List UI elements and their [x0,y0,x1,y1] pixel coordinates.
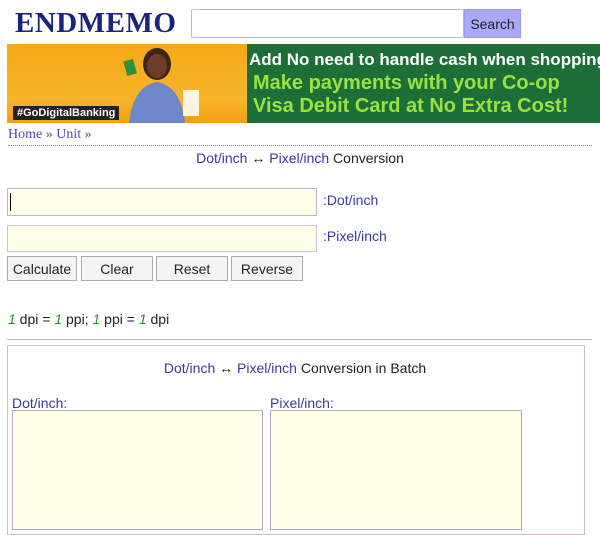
title-arrow: ↔ [247,150,270,166]
search-button[interactable]: Search [464,9,521,38]
batch-from-label: Dot/inch: [12,395,68,411]
pixel-per-inch-input[interactable] [7,225,317,252]
breadcrumb-home-link[interactable]: Home [8,127,42,142]
batch-title-suffix: Conversion in Batch [296,360,427,376]
breadcrumb-separator: » [42,127,57,142]
breadcrumb-divider [8,145,592,146]
converter-title: Dot/inch ↔ Pixel/inch Conversion [0,150,600,166]
reset-button[interactable]: Reset [156,256,228,281]
site-logo[interactable]: ENDMEMO [15,7,176,40]
title-unit-to-link[interactable]: Pixel/inch [269,150,329,166]
section-divider [7,339,592,340]
breadcrumb-trail: » [81,127,92,142]
search-input[interactable] [191,9,464,38]
calculate-button[interactable]: Calculate [7,256,77,281]
formula-text: ppi = [100,311,139,327]
batch-title-unit-to-link[interactable]: Pixel/inch [237,360,297,376]
text-cursor [10,193,11,211]
banner-line-1: Add No need to handle cash when shopping [249,50,600,69]
formula-number: 1 [54,311,63,327]
formula-text: dpi [146,311,170,327]
breadcrumb: Home » Unit » [8,127,92,143]
batch-title: Dot/inch ↔ Pixel/inch Conversion in Batc… [0,360,590,376]
reverse-button[interactable]: Reverse [231,256,303,281]
banner-hashtag: #GoDigitalBanking [13,106,120,120]
banner-line-3: Visa Debit Card at No Extra Cost! [253,95,569,117]
dot-per-inch-input[interactable] [7,188,317,216]
title-unit-from-link[interactable]: Dot/inch [196,150,247,166]
conversion-formula: 1 dpi = 1 ppi; 1 ppi = 1 dpi [8,311,169,327]
formula-number: 1 [138,311,147,327]
dot-per-inch-label: :Dot/inch [323,192,379,208]
batch-title-unit-from-link[interactable]: Dot/inch [164,360,215,376]
breadcrumb-unit-link[interactable]: Unit [56,127,81,142]
batch-to-textarea[interactable] [270,410,522,530]
title-suffix: Conversion [329,150,404,166]
clear-button[interactable]: Clear [81,256,153,281]
batch-to-label: Pixel/inch: [270,395,334,411]
person-illustration [123,48,199,123]
batch-title-arrow: ↔ [215,360,238,376]
ad-banner[interactable]: #GoDigitalBanking Add No need to handle … [7,44,600,123]
batch-from-textarea[interactable] [12,410,263,530]
pixel-per-inch-label: :Pixel/inch [323,228,387,244]
banner-line-2: Make payments with your Co-op [253,72,560,94]
formula-text: ppi; [62,311,93,327]
formula-text: dpi = [15,311,55,327]
formula-number: 1 [8,311,16,327]
